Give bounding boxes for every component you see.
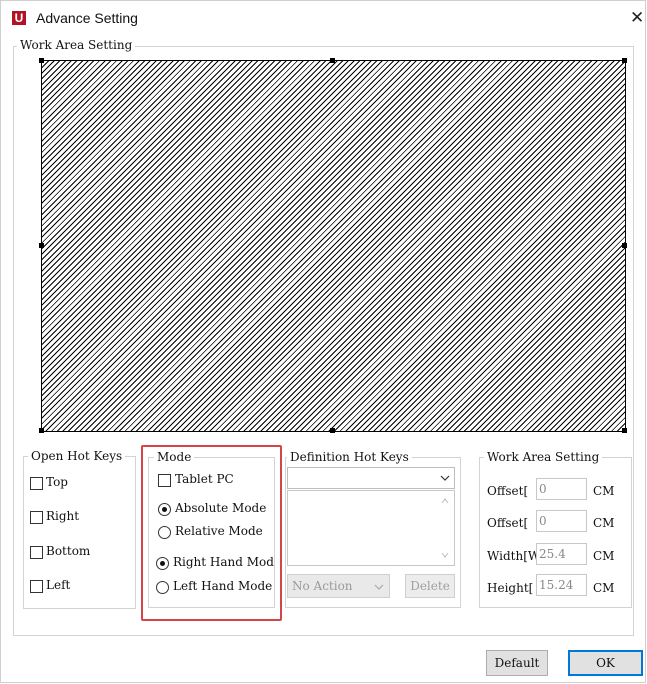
highlight-box — [141, 445, 282, 621]
dialog-window: U Advance Setting ✕ Work Area Setting Op… — [0, 0, 646, 683]
resize-handle-bottom-right[interactable] — [622, 428, 627, 433]
hot-key-dropdown[interactable] — [287, 467, 455, 489]
delete-button[interactable]: Delete — [405, 574, 455, 598]
open-hot-keys-label: Open Hot Keys — [28, 449, 126, 463]
chevron-down-icon — [440, 475, 450, 481]
offset-x-input[interactable]: 0 — [536, 478, 587, 500]
scroll-down-icon[interactable] — [441, 552, 449, 558]
resize-handle-right[interactable] — [622, 243, 627, 248]
default-button[interactable]: Default — [486, 650, 548, 676]
width-input[interactable]: 25.4 — [536, 543, 587, 565]
top-checkbox[interactable] — [30, 477, 43, 490]
resize-handle-top-left[interactable] — [39, 58, 44, 63]
width-unit: CM — [593, 549, 615, 563]
work-area-setting-label: Work Area Setting — [484, 450, 603, 464]
offset-x-unit: CM — [593, 484, 615, 498]
width-label: Width[W — [487, 549, 541, 563]
work-area-preview[interactable] — [41, 60, 626, 432]
offset-y-input[interactable]: 0 — [536, 510, 587, 532]
resize-handle-bottom-left[interactable] — [39, 428, 44, 433]
hot-key-list[interactable] — [287, 490, 455, 566]
offset-x-label: Offset[ — [487, 484, 529, 498]
height-label: Height[ — [487, 581, 534, 595]
window-title: Advance Setting — [36, 10, 138, 26]
offset-y-unit: CM — [593, 516, 615, 530]
left-checkbox[interactable] — [30, 580, 43, 593]
right-checkbox[interactable] — [30, 511, 43, 524]
action-dropdown[interactable]: No Action — [287, 574, 390, 598]
resize-handle-bottom[interactable] — [330, 428, 335, 433]
scroll-up-icon[interactable] — [441, 498, 449, 504]
top-checkbox-label: Top — [46, 475, 68, 489]
close-icon[interactable]: ✕ — [630, 8, 644, 28]
resize-handle-left[interactable] — [39, 243, 44, 248]
height-input[interactable]: 15.24 — [536, 574, 587, 596]
bottom-checkbox-label: Bottom — [46, 544, 91, 558]
action-dropdown-value: No Action — [292, 579, 353, 593]
ok-button[interactable]: OK — [568, 650, 643, 676]
app-logo-icon: U — [12, 11, 26, 25]
resize-handle-top-right[interactable] — [622, 58, 627, 63]
definition-hot-keys-label: Definition Hot Keys — [287, 450, 412, 464]
height-unit: CM — [593, 581, 615, 595]
bottom-checkbox[interactable] — [30, 546, 43, 559]
resize-handle-top[interactable] — [330, 58, 335, 63]
offset-y-label: Offset[ — [487, 516, 529, 530]
work-area-group-label: Work Area Setting — [17, 38, 136, 52]
chevron-down-icon — [374, 584, 384, 590]
right-checkbox-label: Right — [46, 509, 80, 523]
left-checkbox-label: Left — [46, 578, 71, 592]
